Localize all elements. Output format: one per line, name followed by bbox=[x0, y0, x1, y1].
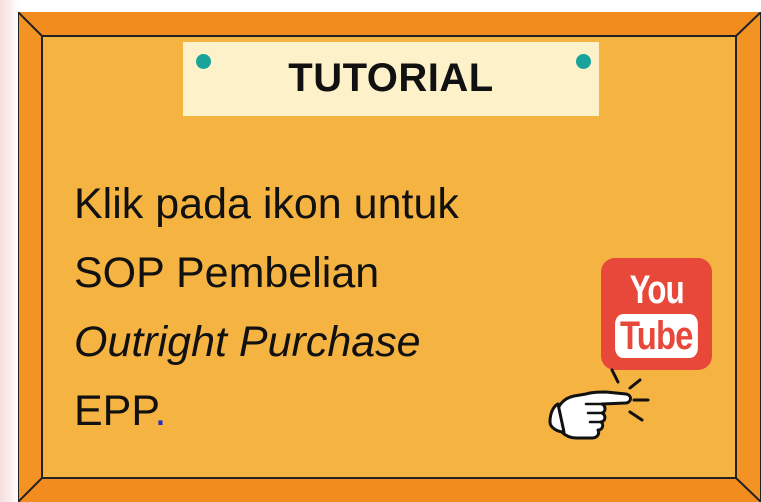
youtube-word-top: You bbox=[629, 268, 684, 312]
instruction-line-4: EPP. bbox=[74, 377, 554, 446]
title-panel: TUTORIAL bbox=[183, 42, 599, 116]
youtube-tube-box: Tube bbox=[615, 314, 698, 358]
pointing-hand-icon bbox=[548, 368, 650, 440]
instruction-line-1: Klik pada ikon untuk bbox=[74, 180, 459, 228]
instruction-line-3: Outright Purchase bbox=[74, 318, 421, 366]
page-title: TUTORIAL bbox=[288, 56, 494, 100]
instruction-line-2: SOP Pembelian bbox=[74, 249, 380, 297]
instruction-text: Klik pada ikon untuk SOP Pembelian Outri… bbox=[74, 170, 554, 446]
instruction-line-4-text: EPP bbox=[74, 387, 155, 435]
youtube-word-bottom: Tube bbox=[620, 314, 693, 358]
youtube-icon[interactable]: You Tube bbox=[601, 258, 712, 370]
instruction-punctuation: . bbox=[154, 387, 167, 435]
background-tint bbox=[0, 0, 18, 502]
